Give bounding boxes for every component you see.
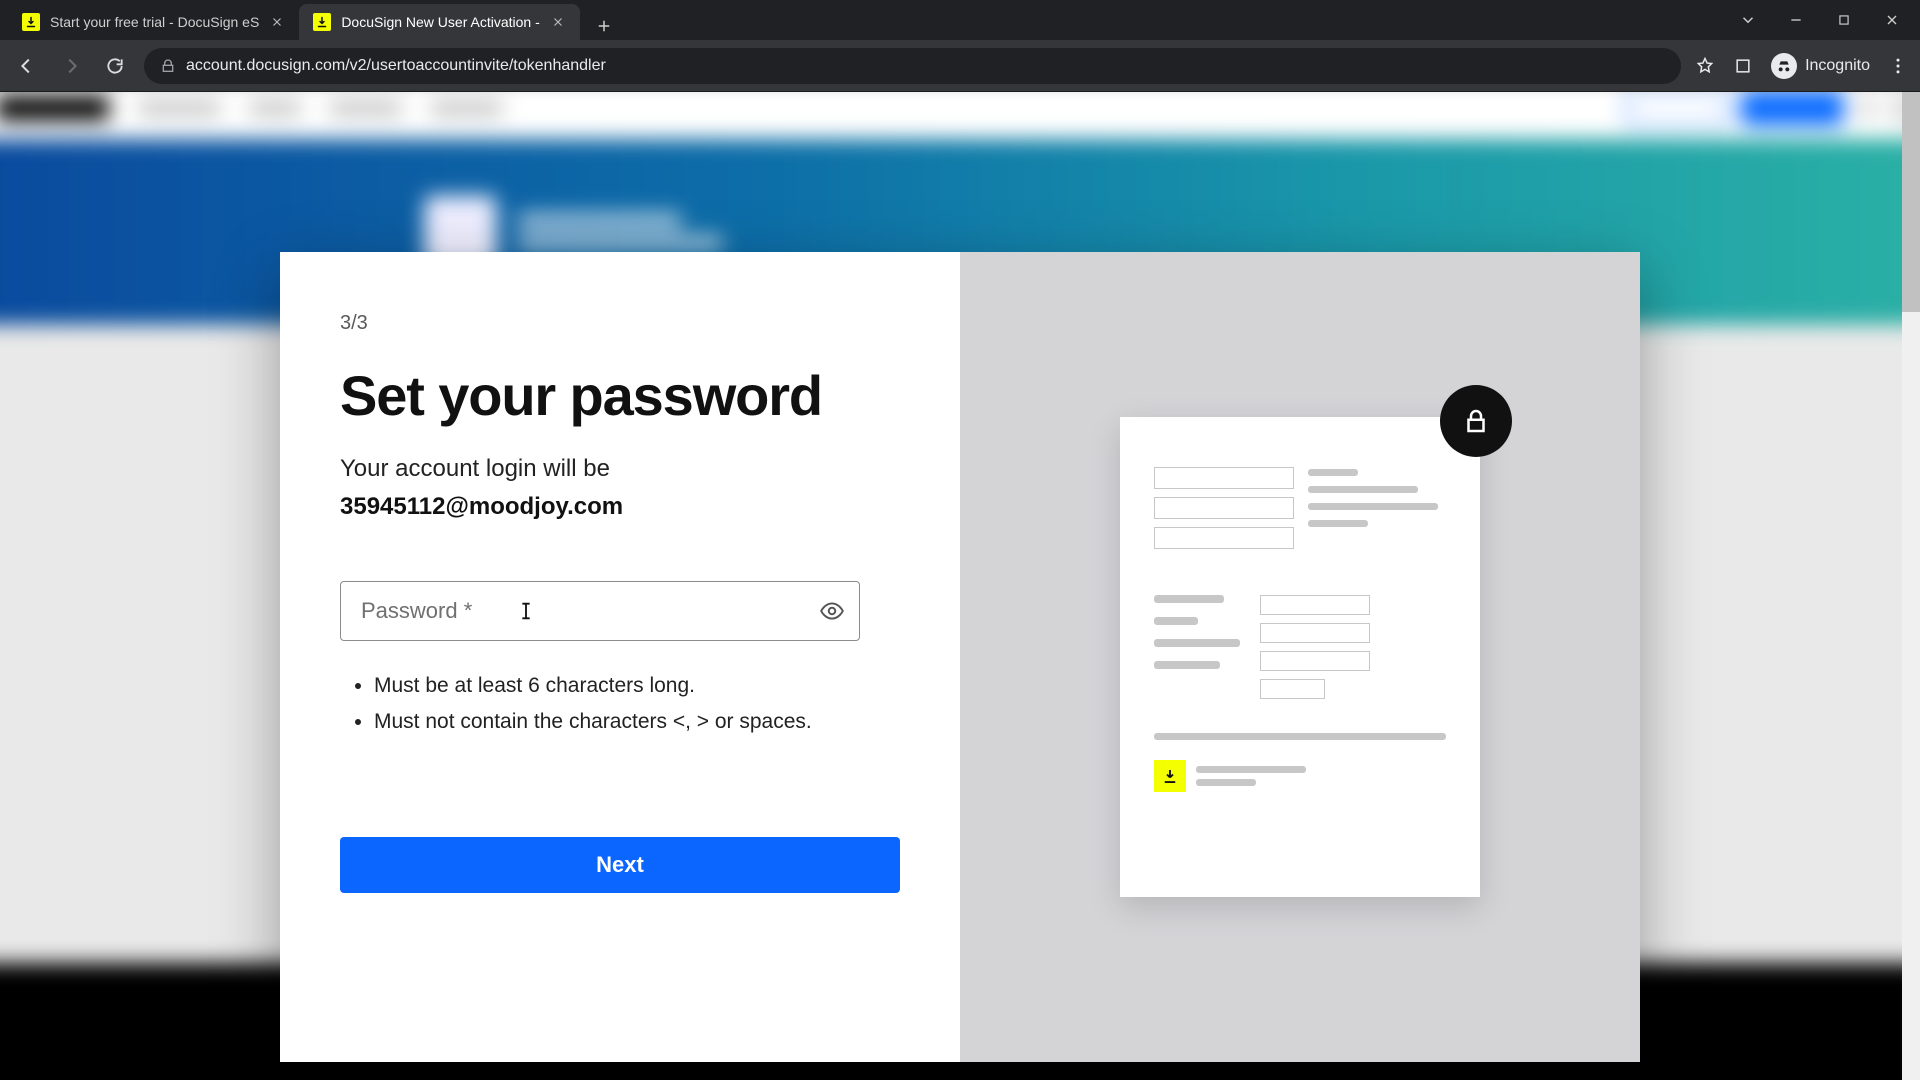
login-email: 35945112@moodjoy.com [340, 493, 900, 521]
tab-label: Start your free trial - DocuSign eS [50, 14, 259, 30]
modal-form-panel: 3/3 Set your password Your account login… [280, 252, 960, 1062]
incognito-icon [1771, 53, 1797, 79]
new-tab-button[interactable] [590, 12, 618, 40]
scrollbar-thumb[interactable] [1902, 92, 1920, 312]
close-icon[interactable] [269, 14, 285, 30]
modal-illustration-panel [960, 252, 1640, 1062]
login-desc: Your account login will be [340, 452, 900, 487]
forward-button[interactable] [56, 51, 86, 81]
lock-icon [1440, 385, 1512, 457]
password-rules-list: Must be at least 6 characters long. Must… [340, 671, 900, 738]
tab-new-user-activation[interactable]: DocuSign New User Activation - [299, 4, 579, 40]
document-illustration [1120, 417, 1480, 897]
show-password-icon[interactable] [818, 597, 846, 625]
page-viewport: 3/3 Set your password Your account login… [0, 92, 1920, 1080]
tab-label: DocuSign New User Activation - [341, 14, 539, 30]
password-rule: Must be at least 6 characters long. [374, 671, 834, 701]
maximize-icon[interactable] [1834, 10, 1854, 30]
modal-title: Set your password [340, 363, 900, 428]
docusign-favicon-icon [313, 13, 331, 31]
close-icon[interactable] [550, 14, 566, 30]
incognito-label: Incognito [1805, 57, 1870, 75]
bookmark-icon[interactable] [1695, 56, 1715, 76]
next-button[interactable]: Next [340, 837, 900, 893]
extensions-icon[interactable] [1733, 56, 1753, 76]
password-input[interactable] [340, 581, 860, 641]
browser-titlebar: Start your free trial - DocuSign eS Docu… [0, 0, 1920, 40]
window-controls [1738, 10, 1912, 30]
incognito-indicator[interactable]: Incognito [1771, 53, 1870, 79]
tab-strip: Start your free trial - DocuSign eS Docu… [8, 0, 618, 40]
tab-search-icon[interactable] [1738, 10, 1758, 30]
password-field-wrap [340, 581, 860, 641]
back-button[interactable] [12, 51, 42, 81]
docusign-favicon-icon [22, 13, 40, 31]
scrollbar-track[interactable] [1902, 92, 1920, 1080]
close-window-icon[interactable] [1882, 10, 1902, 30]
password-rule: Must not contain the characters <, > or … [374, 707, 834, 737]
url-text: account.docusign.com/v2/usertoaccountinv… [186, 57, 1665, 75]
browser-toolbar: account.docusign.com/v2/usertoaccountinv… [0, 40, 1920, 92]
tab-start-free-trial[interactable]: Start your free trial - DocuSign eS [8, 4, 299, 40]
address-bar[interactable]: account.docusign.com/v2/usertoaccountinv… [144, 48, 1681, 84]
set-password-modal: 3/3 Set your password Your account login… [280, 252, 1640, 1062]
lock-icon [160, 58, 176, 74]
download-icon [1154, 760, 1186, 792]
step-indicator: 3/3 [340, 312, 900, 335]
reload-button[interactable] [100, 51, 130, 81]
kebab-menu-icon[interactable] [1888, 56, 1908, 76]
minimize-icon[interactable] [1786, 10, 1806, 30]
